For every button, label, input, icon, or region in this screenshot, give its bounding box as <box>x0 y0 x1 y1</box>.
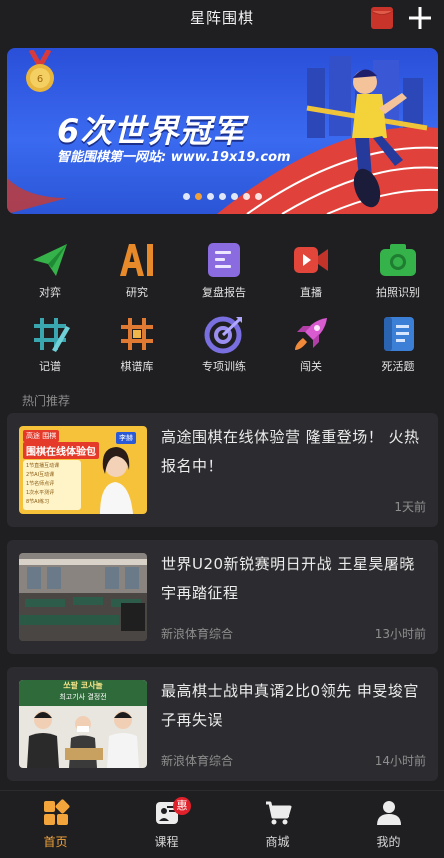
feature-review-report[interactable]: 复盘报告 <box>180 240 268 300</box>
medal-icon: 6 <box>26 50 54 92</box>
feature-life-death-problems[interactable]: 死活题 <box>354 314 442 374</box>
carousel-dot[interactable] <box>255 193 262 200</box>
article-title: 高途围棋在线体验营 隆重登场！ 火热报名中！ <box>161 428 420 475</box>
article-thumbnail: 쏘팔 코사놀 최고기사 결정전 <box>19 680 147 768</box>
thumb-list-item: 8节AI练习 <box>26 499 50 505</box>
article-title: 最高棋士战申真谞2比0领先 申旻埈官子再失误 <box>161 682 419 729</box>
cart-icon <box>265 801 291 825</box>
thumb-list-item: 1节名师点评 <box>26 481 55 487</box>
article-source: 新浪体育综合 <box>161 754 234 768</box>
carousel-dot[interactable] <box>183 193 190 200</box>
carousel-dot[interactable] <box>219 193 226 200</box>
players-photo <box>27 711 139 768</box>
teacher-photo <box>100 447 133 514</box>
profile-icon <box>376 801 401 825</box>
tab-label: 商城 <box>265 835 290 849</box>
feature-label: 拍照识别 <box>376 286 420 299</box>
article-time: 14小时前 <box>374 754 426 768</box>
section-title-hot: 热门推荐 <box>22 394 71 408</box>
thumb-list: 1节直播互动课 2节AI互动课 1节名师点评 1次水平测评 8节AI练习 <box>23 460 81 509</box>
tab-label: 课程 <box>154 835 179 849</box>
feature-label: 研究 <box>126 286 148 299</box>
add-icon[interactable] <box>406 4 434 32</box>
thumb-banner: 쏘팔 코사놀 최고기사 결정전 <box>19 680 147 706</box>
tab-label: 首页 <box>43 835 68 849</box>
thumb-tag: 高途 围棋 <box>23 430 60 442</box>
carousel-indicator[interactable] <box>7 193 438 200</box>
venue-photo <box>19 553 147 641</box>
rocket-icon <box>295 318 327 350</box>
feature-label: 记谱 <box>39 360 61 373</box>
paper-plane-icon <box>33 244 67 276</box>
feature-photo-recognition[interactable]: 拍照识别 <box>354 240 442 300</box>
tab-course[interactable]: 惠 课程 <box>111 797 222 850</box>
article-thumbnail: 高途 围棋 围棋在线体验包 1节直播互动课 2节AI互动课 1节名师点评 1次水… <box>19 426 147 514</box>
thumb-list-item: 2节AI互动课 <box>26 472 55 478</box>
tab-shop[interactable]: 商城 <box>222 799 333 850</box>
bottom-tab-bar: 首页 惠 课程 商城 我的 <box>0 790 444 858</box>
banner-subtitle: 智能围棋第一网站: www.19x19.com <box>57 150 291 165</box>
camera-icon <box>380 244 416 276</box>
thumb-list-item: 1次水平测评 <box>26 490 55 496</box>
tab-label: 我的 <box>376 835 401 849</box>
article-card[interactable]: 世界U20新锐赛明日开战 王星昊屠晓宇再踏征程 新浪体育综合 13小时前 <box>7 540 438 654</box>
feature-label: 闯关 <box>300 360 322 373</box>
red-packet-icon[interactable] <box>370 6 394 30</box>
thumb-banner-text: 쏘팔 코사놀 <box>63 681 103 690</box>
feature-label: 专项训练 <box>202 360 246 373</box>
carousel-dot[interactable] <box>207 193 214 200</box>
article-card[interactable]: 高途 围棋 围棋在线体验包 1节直播互动课 2节AI互动课 1节名师点评 1次水… <box>7 413 438 527</box>
feature-label: 直播 <box>300 286 322 299</box>
feature-record[interactable]: 记谱 <box>6 314 94 374</box>
feature-label: 对弈 <box>39 286 61 299</box>
thumb-banner-sub: 최고기사 결정전 <box>59 693 107 701</box>
top-bar: 星阵围棋 <box>0 0 444 38</box>
feature-challenge[interactable]: 闯关 <box>267 314 355 374</box>
article-time: 13小时前 <box>374 627 426 641</box>
svg-text:6: 6 <box>37 74 43 85</box>
carousel-dot[interactable] <box>195 193 202 200</box>
thumb-list-item: 1节直播互动课 <box>26 463 60 469</box>
target-icon <box>204 316 242 354</box>
promo-banner[interactable]: 6 6次世界冠军 智能围棋第一网站: www.19x19.com <box>7 48 438 214</box>
feature-label: 死活题 <box>381 360 415 373</box>
report-icon <box>208 243 240 277</box>
feature-game-library[interactable]: 棋谱库 <box>93 314 181 374</box>
feature-live[interactable]: 直播 <box>267 240 355 300</box>
carousel-dot[interactable] <box>231 193 238 200</box>
feature-play[interactable]: 对弈 <box>6 240 94 300</box>
carousel-dot[interactable] <box>243 193 250 200</box>
feature-label: 棋谱库 <box>120 360 154 373</box>
article-title: 世界U20新锐赛明日开战 王星昊屠晓宇再踏征程 <box>161 555 415 602</box>
feature-special-training[interactable]: 专项训练 <box>180 314 268 374</box>
article-card[interactable]: 쏘팔 코사놀 최고기사 결정전 最高棋士战申真谞2比0领先 申旻埈官子再失误 新… <box>7 667 438 781</box>
thumb-list-box: 1节直播互动课 2节AI互动课 1节名师点评 1次水平测评 8节AI练习 <box>23 460 81 510</box>
feature-research[interactable]: 研究 <box>93 240 181 300</box>
feature-label: 复盘报告 <box>202 286 246 299</box>
board-library-icon <box>121 318 153 350</box>
tab-home[interactable]: 首页 <box>0 799 111 850</box>
article-thumbnail <box>19 553 147 641</box>
article-source: 新浪体育综合 <box>161 627 234 641</box>
home-icon <box>43 799 69 825</box>
tab-profile[interactable]: 我的 <box>333 799 444 850</box>
thumb-person-name: 李赫 <box>116 432 136 444</box>
problem-book-icon <box>384 317 414 351</box>
ai-icon <box>120 244 153 276</box>
discount-badge: 惠 <box>173 797 191 815</box>
notation-icon <box>34 318 70 352</box>
article-time: 1天前 <box>394 500 426 514</box>
video-camera-icon <box>294 247 328 273</box>
